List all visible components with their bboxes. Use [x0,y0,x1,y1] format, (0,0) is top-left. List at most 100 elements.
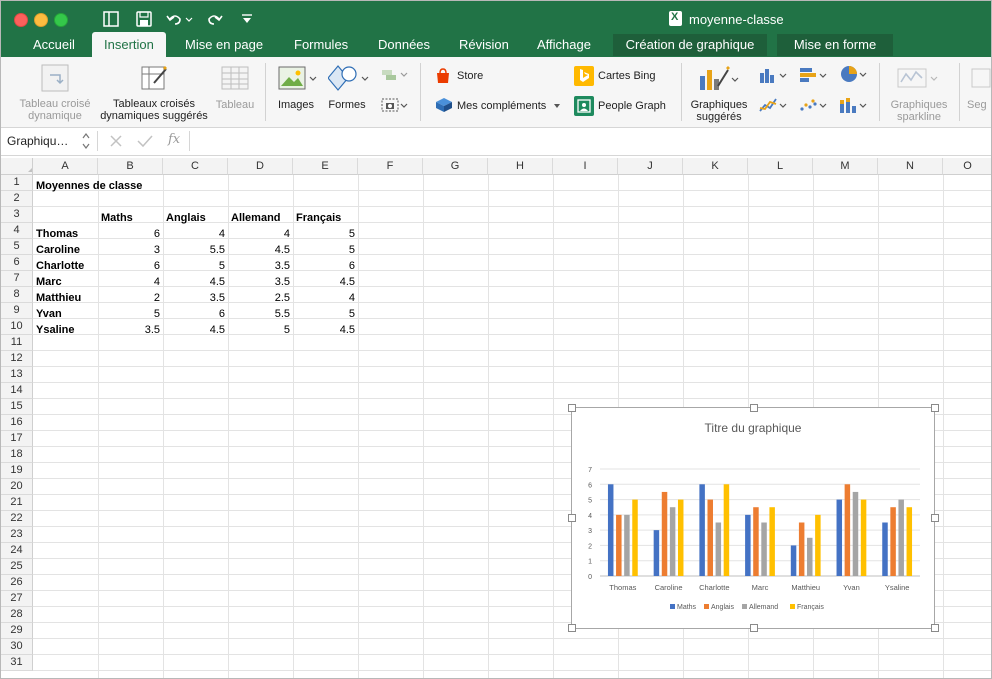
tab-insertion[interactable]: Insertion [92,32,166,57]
row-header[interactable]: 18 [1,447,33,463]
row-header[interactable]: 8 [1,287,33,303]
row-header[interactable]: 29 [1,623,33,639]
column-header-G[interactable]: G [423,158,488,175]
tab-donnees[interactable]: Données [366,34,442,56]
row-header[interactable]: 21 [1,495,33,511]
resize-handle[interactable] [750,404,758,412]
pivot-table-icon[interactable] [40,63,70,93]
grade-cell[interactable]: 2.5 [228,290,293,306]
close-window-button[interactable] [14,13,28,27]
shapes-icon[interactable] [328,64,370,94]
toggle-sidebar-icon[interactable] [103,11,119,27]
chevron-down-icon[interactable] [553,103,561,109]
row-header[interactable]: 2 [1,191,33,207]
add-ins-icon[interactable] [435,97,453,113]
column-header-D[interactable]: D [228,158,293,175]
grade-cell[interactable]: 4.5 [163,274,228,290]
store-label[interactable]: Store [457,70,483,82]
grade-cell[interactable]: 4 [228,226,293,242]
row-header[interactable]: 13 [1,367,33,383]
column-header-F[interactable]: F [358,158,423,175]
sparkline-icon[interactable] [897,67,941,89]
row-header[interactable]: 23 [1,527,33,543]
grade-cell[interactable]: 4.5 [293,274,358,290]
row-header[interactable]: 11 [1,335,33,351]
row-header[interactable]: 31 [1,655,33,671]
grade-cell[interactable]: 5.5 [163,242,228,258]
grade-cell[interactable]: 5.5 [228,306,293,322]
bing-maps-label[interactable]: Cartes Bing [598,70,655,82]
column-header-H[interactable]: H [488,158,553,175]
resize-handle[interactable] [568,624,576,632]
grade-cell[interactable]: 6 [163,306,228,322]
formula-input[interactable] [193,131,989,151]
recommended-charts-icon[interactable] [698,64,740,94]
tab-creation-graphique[interactable]: Création de graphique [613,34,767,56]
recommended-pivot-icon[interactable] [140,63,170,93]
grade-cell[interactable]: 4 [293,290,358,306]
row-header[interactable]: 19 [1,463,33,479]
student-name-cell[interactable]: Matthieu [33,290,98,306]
student-name-cell[interactable]: Yvan [33,306,98,322]
row-header[interactable]: 26 [1,575,33,591]
grade-cell[interactable]: 4 [163,226,228,242]
tab-mise-en-forme[interactable]: Mise en forme [777,34,893,56]
grade-cell[interactable]: 3.5 [98,322,163,338]
grade-cell[interactable]: 5 [293,226,358,242]
grade-cell[interactable]: 5 [293,242,358,258]
undo-icon[interactable] [166,11,194,27]
grade-cell[interactable]: 5 [163,258,228,274]
people-graph-label[interactable]: People Graph [598,100,666,112]
insert-function-icon[interactable]: fx [168,132,180,147]
redo-icon[interactable] [207,11,223,27]
bar-chart-icon[interactable] [799,66,829,84]
add-ins-label[interactable]: Mes compléments [457,100,546,112]
smartart-icon[interactable] [380,67,410,83]
student-name-cell[interactable]: Thomas [33,226,98,242]
row-header[interactable]: 5 [1,239,33,255]
column-chart-icon[interactable] [759,66,789,84]
grade-cell[interactable]: 4.5 [228,242,293,258]
student-name-cell[interactable]: Caroline [33,242,98,258]
save-icon[interactable] [136,11,152,27]
column-header-B[interactable]: B [98,158,163,175]
row-header[interactable]: 14 [1,383,33,399]
resize-handle[interactable] [931,404,939,412]
header-cell-allemand[interactable]: Allemand [228,210,293,226]
row-header[interactable]: 25 [1,559,33,575]
resize-handle[interactable] [931,514,939,522]
chart-object[interactable]: Titre du graphique 0 1 2 3 4 5 6 7 Thomas Caroline… [571,407,935,629]
column-header-E[interactable]: E [293,158,358,175]
column-header-I[interactable]: I [553,158,618,175]
grade-cell[interactable]: 2 [98,290,163,306]
column-header-M[interactable]: M [813,158,878,175]
table-icon[interactable] [220,65,250,93]
row-header[interactable]: 6 [1,255,33,271]
column-header-K[interactable]: K [683,158,748,175]
customize-toolbar-icon[interactable] [241,13,253,25]
column-header-A[interactable]: A [33,158,98,175]
column-header-N[interactable]: N [878,158,943,175]
column-header-C[interactable]: C [163,158,228,175]
resize-handle[interactable] [568,404,576,412]
people-graph-icon[interactable] [574,96,594,116]
grade-cell[interactable]: 4 [98,274,163,290]
cancel-entry-icon[interactable] [109,134,123,148]
row-header[interactable]: 17 [1,431,33,447]
other-charts-icon[interactable] [839,96,869,114]
row-header[interactable]: 3 [1,207,33,223]
grade-cell[interactable]: 6 [98,226,163,242]
tab-revision[interactable]: Révision [447,34,521,56]
grade-cell[interactable]: 3.5 [228,274,293,290]
tab-formules[interactable]: Formules [282,34,360,56]
row-header[interactable]: 4 [1,223,33,239]
column-header-J[interactable]: J [618,158,683,175]
column-header-O[interactable]: O [943,158,991,175]
student-name-cell[interactable]: Charlotte [33,258,98,274]
confirm-entry-icon[interactable] [137,134,153,148]
row-header[interactable]: 9 [1,303,33,319]
store-icon[interactable] [435,68,451,84]
row-header[interactable]: 15 [1,399,33,415]
grade-cell[interactable]: 5 [228,322,293,338]
row-header[interactable]: 7 [1,271,33,287]
